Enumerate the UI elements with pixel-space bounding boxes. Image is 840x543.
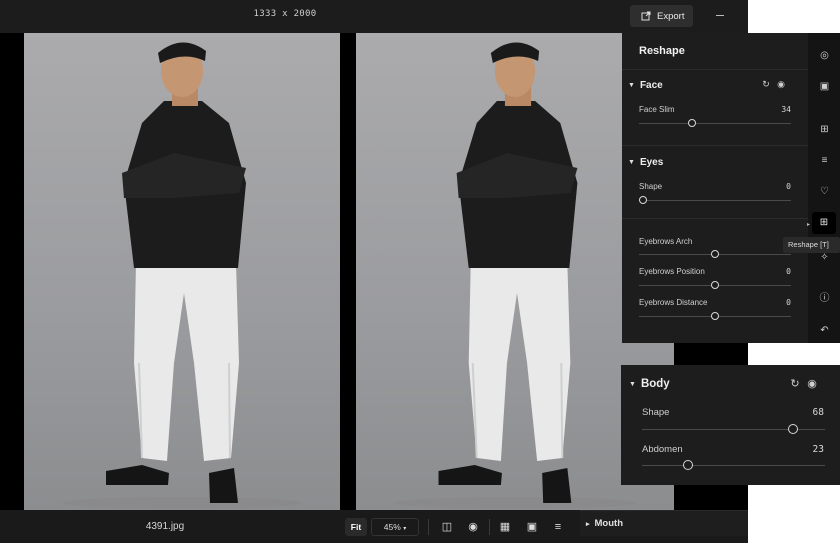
face-slim-label: Face Slim [639,105,675,114]
toolbar-divider [428,519,429,535]
eyebrows-arch-thumb[interactable] [711,250,719,258]
tool-rail: ◎ ▣ ⊞ ≡ ♡ ✧ ⓘ ↶ [808,33,840,343]
section-body-title: Body [640,378,670,390]
eye-icon[interactable]: ◉ [466,520,480,534]
abdomen-thumb[interactable] [683,460,693,470]
section-face-title: Face [639,80,663,91]
eyebrows-position-label: Eyebrows Position [639,267,705,276]
reset-icon[interactable]: ↻ [761,79,771,89]
grid-icon[interactable]: ▦ [498,520,512,534]
eyebrows-distance-thumb[interactable] [711,312,719,320]
section-face[interactable]: ▼ Face [628,80,663,91]
select-icon[interactable]: ▣ [818,80,831,93]
eye-shape-label: Shape [639,182,663,191]
face-slim-slider[interactable] [639,123,791,124]
pointer-icon: ▸ [807,222,811,228]
abdomen-value[interactable]: 23 [813,444,824,455]
eye-icon[interactable]: ◉ [807,379,817,390]
abdomen-slider[interactable] [642,465,825,466]
section-eyes[interactable]: ▼ Eyes [628,157,663,168]
image-dimensions: 1333 x 2000 [253,9,317,19]
eye-shape-thumb[interactable] [639,196,647,204]
divider [622,218,808,219]
minimize-button[interactable] [716,15,724,16]
export-icon [641,11,651,21]
original-photo[interactable] [24,33,340,510]
body-shape-label: Shape [642,407,670,418]
export-button[interactable]: Export [630,5,693,27]
crop-icon[interactable]: ⊞ [818,123,831,136]
reshape-icon: ⊞ [819,217,829,228]
fit-button[interactable]: Fit [345,518,367,536]
section-eyes-title: Eyes [639,157,664,168]
eye-icon[interactable]: ◉ [776,79,786,89]
reshape-tooltip: Reshape [T] [783,237,840,253]
sliders-icon[interactable]: ≡ [818,154,831,167]
divider [622,69,808,70]
divider [622,145,808,146]
heart-icon[interactable]: ♡ [818,185,831,198]
collapse-icon: ▼ [628,82,635,89]
eyebrows-position-thumb[interactable] [711,281,719,289]
eyebrows-position-value[interactable]: 0 [786,267,791,276]
person-figure [62,42,302,509]
face-slim-value[interactable]: 34 [781,105,791,114]
collapse-icon: ▼ [628,159,635,166]
info-icon[interactable]: ⓘ [818,292,831,305]
reset-icon[interactable]: ↻ [790,379,800,390]
toolbar-divider [489,519,490,535]
collapse-icon: ▼ [629,381,636,388]
chevron-down-icon: ▾ [403,526,407,532]
file-name: 4391.jpg [145,521,185,532]
sort-icon[interactable]: ≡ [551,520,565,534]
layers-icon[interactable]: ◎ [818,49,831,62]
reshape-tool-button[interactable]: ⊞ [812,212,836,234]
expand-icon: ▸ [586,521,590,528]
body-panel: ▼ Body ↻ ◉ Shape 68 Abdomen 23 [621,365,840,485]
export-label: Export [657,10,685,22]
eye-shape-value[interactable]: 0 [786,182,791,191]
top-bar: 1333 x 2000 Export [0,0,748,33]
reshape-panel: Reshape ▼ Face ↻ ◉ Face Slim 34 ▼ Eyes Sha… [622,33,808,343]
image-icon[interactable]: ▣ [525,520,539,534]
eyebrows-distance-value[interactable]: 0 [786,298,791,307]
eyebrows-arch-label: Eyebrows Arch [639,237,693,246]
zoom-value: 45% [383,522,401,532]
face-slim-thumb[interactable] [688,119,696,127]
eye-shape-slider[interactable] [639,200,791,201]
section-body[interactable]: ▼ Body [629,378,670,390]
panel-title: Reshape [639,45,685,57]
abdomen-label: Abdomen [642,444,683,455]
undo-icon[interactable]: ↶ [818,324,831,337]
compare-icon[interactable]: ◫ [440,520,454,534]
section-mouth[interactable]: ▸ Mouth [580,510,748,536]
eyebrows-distance-label: Eyebrows Distance [639,298,708,307]
body-shape-value[interactable]: 68 [813,407,824,418]
mouth-label: Mouth [594,518,624,529]
zoom-select[interactable]: 45% ▾ [371,518,419,536]
body-shape-thumb[interactable] [788,424,798,434]
